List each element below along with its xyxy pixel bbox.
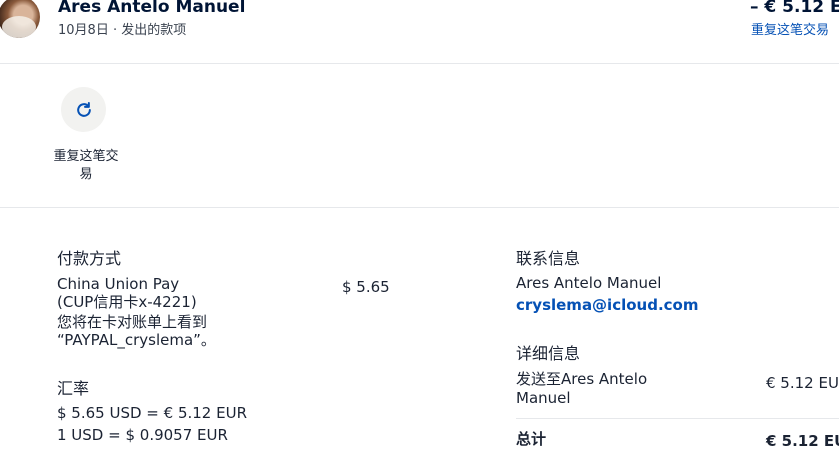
- payment-method-title: 付款方式: [57, 249, 122, 268]
- total-divider: [516, 418, 839, 419]
- transaction-date-type: 10月8日 · 发出的款项: [58, 23, 187, 38]
- total-label: 总计: [516, 430, 547, 448]
- header-divider: [0, 63, 839, 64]
- contact-info-title: 联系信息: [516, 249, 581, 268]
- counterparty-name: Ares Antelo Manuel: [58, 0, 246, 17]
- contact-name: Ares Antelo Manuel: [516, 274, 662, 292]
- contact-email-link[interactable]: cryslema@icloud.com: [516, 296, 698, 314]
- refresh-icon: [76, 101, 91, 117]
- statement-descriptor: “PAYPAL_cryslema”。: [57, 331, 216, 349]
- details-title: 详细信息: [516, 344, 581, 363]
- payment-amount: $ 5.65: [342, 278, 390, 296]
- actions-divider: [0, 207, 839, 208]
- sent-amount: € 5.12 EUR: [766, 374, 839, 392]
- exchange-rate-title: 汇率: [57, 379, 90, 398]
- total-amount: € 5.12 EUR: [766, 432, 839, 450]
- sent-to-label: 发送至Ares Antelo: [516, 370, 648, 388]
- payment-method-card: (CUP信用卡x-4221): [57, 293, 197, 311]
- sent-to-label-cont: Manuel: [516, 389, 571, 407]
- repeat-transaction-label: 重复这笔交易: [53, 149, 119, 182]
- avatar: [0, 0, 40, 38]
- repeat-transaction-link[interactable]: 重复这笔交易: [751, 19, 829, 38]
- statement-note: 您将在卡对账单上看到: [57, 313, 208, 331]
- transaction-amount: – € 5.12 EUR: [750, 0, 839, 17]
- exchange-conversion: $ 5.65 USD = € 5.12 EUR: [57, 404, 247, 422]
- payment-method-name: China Union Pay: [57, 275, 180, 293]
- exchange-rate: 1 USD = $ 0.9057 EUR: [57, 426, 228, 444]
- repeat-transaction-button[interactable]: [61, 87, 106, 132]
